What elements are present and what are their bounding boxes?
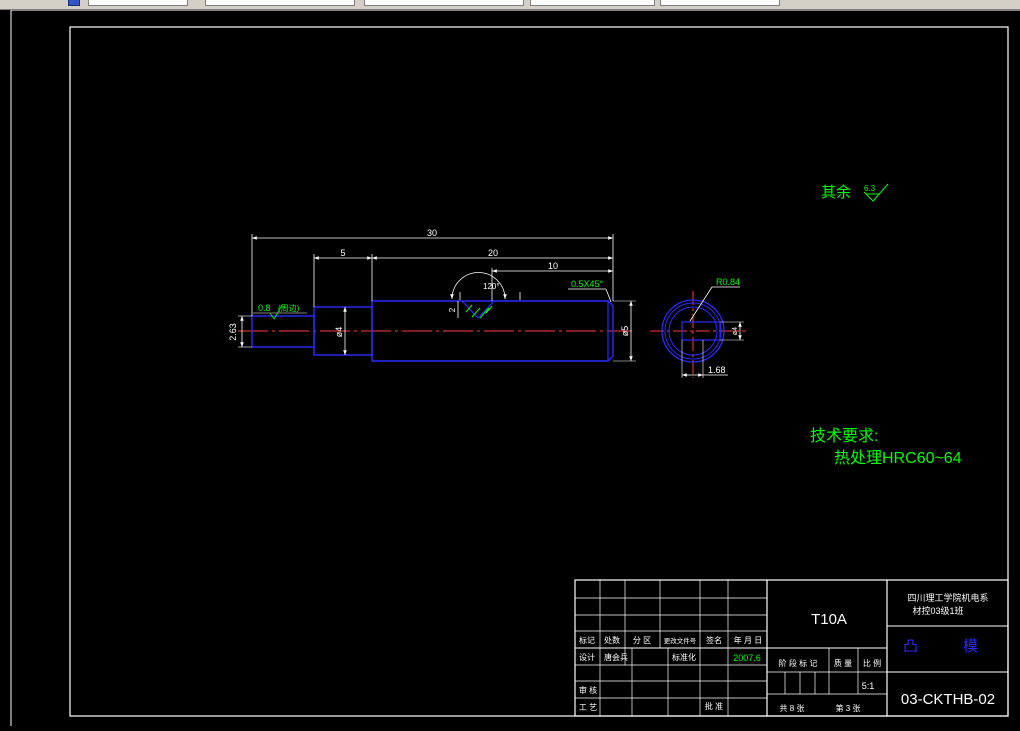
tb-col-date: 年 月 日 bbox=[734, 635, 762, 645]
tb-col-sign: 签名 bbox=[706, 635, 722, 645]
dim-step-length: 5 bbox=[340, 248, 345, 258]
tb-col-docno: 更改文件号 bbox=[664, 636, 697, 645]
tb-approve-label: 批 准 bbox=[705, 701, 723, 711]
tb-scale-label: 比 例 bbox=[863, 658, 881, 668]
tb-class: 材控03级1班 bbox=[912, 605, 963, 616]
tb-drawing-no: 03-CKTHB-02 bbox=[901, 691, 995, 708]
dim-body-length: 20 bbox=[488, 248, 498, 258]
dim-chamfer: 0.5X45° bbox=[571, 279, 604, 289]
tb-material: T10A bbox=[811, 611, 847, 628]
tb-sheet-no: 第 3 张 bbox=[836, 703, 861, 713]
surface-note-value: 6.3 bbox=[864, 184, 876, 193]
dim-slot-offset: 10 bbox=[548, 261, 558, 271]
surface-note-label: 其余 bbox=[821, 183, 851, 201]
tb-col-count: 处数 bbox=[604, 635, 620, 645]
dim-angle: 120° bbox=[483, 282, 500, 291]
dim-main-diameter: ø5 bbox=[620, 326, 630, 337]
tb-sheets-total: 共 8 张 bbox=[780, 704, 805, 713]
tech-req-item: 热处理HRC60~64 bbox=[834, 449, 962, 467]
tb-part-name-1: 凸 bbox=[903, 638, 918, 655]
dim-section-height: ø4 bbox=[732, 327, 739, 335]
dim-roughness: 0.8 bbox=[258, 303, 271, 313]
tb-col-marks: 标记 bbox=[579, 635, 595, 645]
tb-standard-label: 标准化 bbox=[672, 652, 696, 662]
section-view: R0.84 1.68 ø4 bbox=[650, 277, 746, 378]
dim-mid-diameter: ø4 bbox=[334, 327, 344, 338]
toolbar-dropdown-2[interactable] bbox=[205, 0, 355, 6]
tb-designer: 唐会兵 bbox=[604, 652, 628, 662]
toolbar-dropdown-3[interactable] bbox=[364, 0, 524, 6]
tb-date-value: 2007.6 bbox=[733, 653, 761, 663]
tb-process-label: 工 艺 bbox=[579, 703, 597, 712]
toolbar bbox=[0, 0, 1020, 10]
dim-tip-diameter: 2.63 bbox=[228, 323, 238, 341]
drawing-canvas[interactable]: 30 5 20 10 0.5X45° 120° 2 0.8 (周边) 2.63 bbox=[0, 9, 1020, 726]
dim-section-width: 1.68 bbox=[708, 365, 726, 375]
tb-part-name-2: 模 bbox=[963, 638, 978, 655]
tb-review-label: 审 核 bbox=[579, 685, 597, 695]
tech-req-title: 技术要求: bbox=[810, 427, 878, 445]
dim-depth: 2 bbox=[448, 307, 457, 312]
tb-school: 四川理工学院机电系 bbox=[907, 592, 988, 603]
toolbar-dropdown-5[interactable] bbox=[660, 0, 780, 6]
dimensions: 30 5 20 10 0.5X45° 120° 2 0.8 (周边) 2.63 bbox=[228, 228, 636, 362]
tb-stage-label: 阶 段 标 记 bbox=[779, 658, 818, 668]
tb-weight-label: 质 量 bbox=[834, 658, 852, 668]
toolbar-dropdown-1[interactable] bbox=[88, 0, 188, 6]
tb-col-zone: 分 区 bbox=[633, 636, 651, 645]
dim-overall-length: 30 bbox=[427, 228, 437, 238]
toolbar-app-icon[interactable] bbox=[68, 0, 80, 6]
dim-roughness-suffix: (周边) bbox=[278, 303, 300, 313]
dim-radius: R0.84 bbox=[716, 277, 740, 287]
tb-design-label: 设计 bbox=[579, 652, 595, 662]
toolbar-dropdown-4[interactable] bbox=[530, 0, 655, 6]
tb-scale-value: 5:1 bbox=[862, 681, 875, 691]
drawing-border bbox=[69, 26, 1009, 717]
